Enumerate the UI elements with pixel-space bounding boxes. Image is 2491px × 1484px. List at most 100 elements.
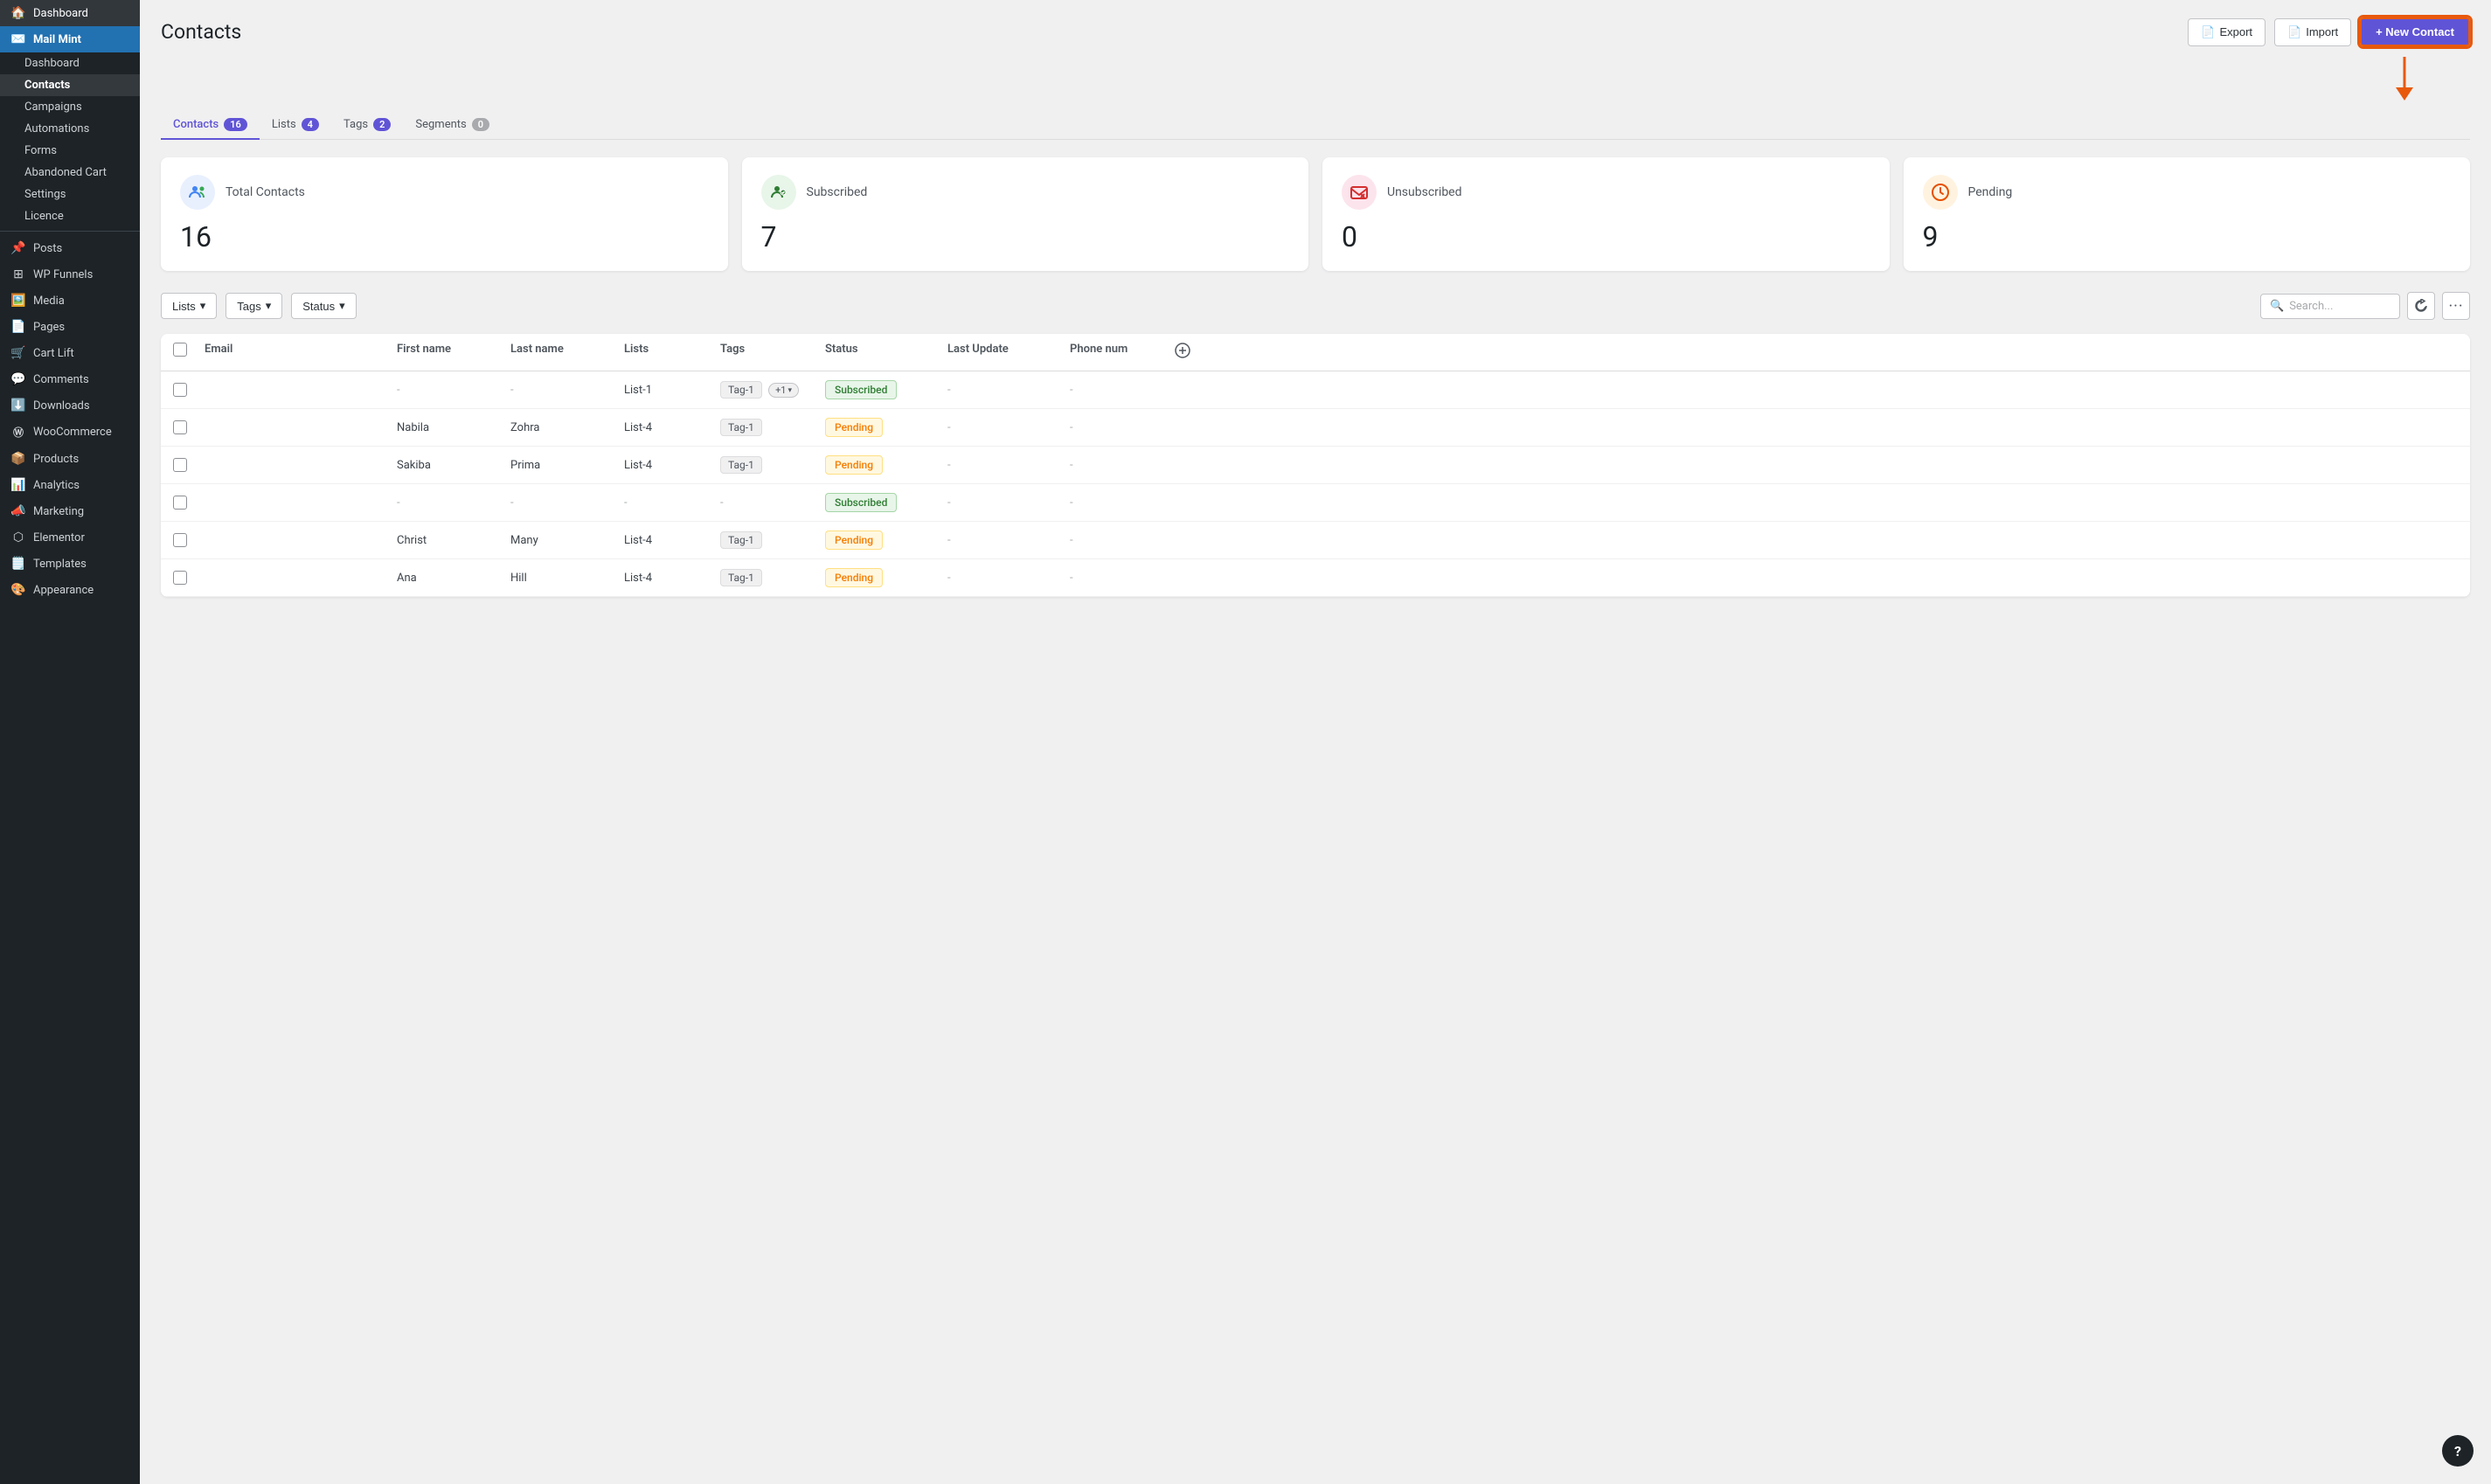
sidebar-item-label: Pages — [33, 321, 65, 334]
sidebar-subitem-label: Automations — [24, 122, 89, 135]
cell-firstname: - — [397, 384, 510, 397]
sidebar-item-marketing[interactable]: 📣 Marketing — [0, 498, 140, 524]
sidebar-subitem-label: Contacts — [24, 79, 70, 92]
th-status: Status — [825, 343, 947, 362]
sidebar-subitem-label: Licence — [24, 210, 64, 223]
refresh-button[interactable] — [2407, 292, 2435, 320]
sidebar-item-label: Comments — [33, 373, 89, 386]
sidebar-item-wp-funnels[interactable]: ⊞ WP Funnels — [0, 261, 140, 288]
table-row: Christ Many List-4 Tag-1 Pending - - — [161, 522, 2470, 559]
sidebar-item-label: Marketing — [33, 505, 84, 518]
export-icon: 📄 — [2201, 25, 2215, 39]
sidebar-item-mail-mint[interactable]: ✉️ Mail Mint — [0, 26, 140, 52]
sidebar-subitem-mm-automations[interactable]: Automations — [0, 118, 140, 140]
sidebar-item-dashboard[interactable]: 🏠 Dashboard — [0, 0, 140, 26]
row-checkbox[interactable] — [173, 420, 205, 434]
cell-firstname: Christ — [397, 534, 510, 547]
sidebar-item-media[interactable]: 🖼️ Media — [0, 288, 140, 314]
pages-icon: 📄 — [10, 320, 26, 334]
stat-card-pending: Pending 9 — [1904, 157, 2471, 271]
tab-contacts[interactable]: Contacts 16 — [161, 111, 260, 140]
sidebar-item-downloads[interactable]: ⬇️ Downloads — [0, 392, 140, 419]
cell-phone: - — [1070, 534, 1175, 547]
sidebar-subitem-mm-licence[interactable]: Licence — [0, 205, 140, 227]
sidebar-subitem-mm-contacts[interactable]: Contacts — [0, 74, 140, 96]
th-lists: Lists — [624, 343, 720, 362]
pending-icon — [1923, 175, 1958, 210]
import-button[interactable]: 📄 Import — [2274, 18, 2351, 46]
cell-status: Pending — [825, 568, 947, 587]
tab-lists[interactable]: Lists 4 — [260, 111, 331, 140]
wp-funnels-icon: ⊞ — [10, 267, 26, 281]
filter-lists-button[interactable]: Lists ▾ — [161, 293, 217, 319]
search-placeholder: Search... — [2289, 300, 2333, 313]
sidebar-subitem-mm-campaigns[interactable]: Campaigns — [0, 96, 140, 118]
total-contacts-label: Total Contacts — [226, 185, 305, 199]
sidebar-item-elementor[interactable]: ⬡ Elementor — [0, 524, 140, 551]
total-contacts-icon — [180, 175, 215, 210]
sidebar-item-products[interactable]: 📦 Products — [0, 446, 140, 472]
row-checkbox[interactable] — [173, 383, 205, 397]
sidebar-subitem-label: Campaigns — [24, 101, 82, 114]
help-button[interactable]: ? — [2442, 1435, 2474, 1467]
status-chevron-icon: ▾ — [339, 299, 345, 313]
search-icon: 🔍 — [2270, 300, 2284, 313]
sidebar-item-posts[interactable]: 📌 Posts — [0, 235, 140, 261]
pending-value: 9 — [1923, 220, 2452, 253]
filter-tags-button[interactable]: Tags ▾ — [226, 293, 282, 319]
cell-tags: Tag-1 — [720, 456, 825, 474]
tab-segments[interactable]: Segments 0 — [403, 111, 502, 140]
appearance-icon: 🎨 — [10, 583, 26, 597]
woocommerce-icon: Ⓦ — [10, 425, 26, 440]
page-title: Contacts — [161, 20, 241, 44]
sidebar-item-comments[interactable]: 💬 Comments — [0, 366, 140, 392]
cell-firstname: Nabila — [397, 421, 510, 434]
filter-right: 🔍 Search... ··· — [2260, 292, 2470, 320]
unsubscribed-value: 0 — [1342, 220, 1870, 253]
sidebar-subitem-mm-dashboard[interactable]: Dashboard — [0, 52, 140, 74]
more-options-icon: ··· — [2448, 297, 2463, 316]
mail-mint-submenu: Dashboard Contacts Campaigns Automations… — [0, 52, 140, 227]
row-checkbox[interactable] — [173, 458, 205, 472]
cell-phone: - — [1070, 459, 1175, 472]
th-checkbox[interactable] — [173, 343, 205, 362]
stat-card-total-contacts: Total Contacts 16 — [161, 157, 728, 271]
sidebar-subitem-mm-forms[interactable]: Forms — [0, 140, 140, 162]
sidebar-item-pages[interactable]: 📄 Pages — [0, 314, 140, 340]
sidebar-item-woocommerce[interactable]: Ⓦ WooCommerce — [0, 419, 140, 446]
sidebar-item-label: Elementor — [33, 531, 85, 544]
sidebar-subitem-mm-settings[interactable]: Settings — [0, 184, 140, 205]
table-header: Email First name Last name Lists Tags St… — [161, 334, 2470, 371]
stats-row: Total Contacts 16 Subscribed — [161, 157, 2470, 271]
th-tags: Tags — [720, 343, 825, 362]
cell-last-update: - — [947, 421, 1070, 434]
th-add-col[interactable] — [1175, 343, 1206, 362]
cell-list: List-4 — [624, 572, 720, 585]
cell-tags: Tag-1 — [720, 569, 825, 586]
cell-tags: Tag-1 +1 ▾ — [720, 381, 825, 399]
cell-firstname: Sakiba — [397, 459, 510, 472]
sidebar-item-label: Appearance — [33, 584, 94, 597]
cell-last-update: - — [947, 384, 1070, 397]
sidebar-item-templates[interactable]: 🗒️ Templates — [0, 551, 140, 577]
cell-status: Subscribed — [825, 380, 947, 399]
new-contact-button[interactable]: + New Contact — [2360, 17, 2470, 46]
more-options-button[interactable]: ··· — [2442, 292, 2470, 320]
row-checkbox[interactable] — [173, 496, 205, 510]
cell-last-update: - — [947, 534, 1070, 547]
row-checkbox[interactable] — [173, 533, 205, 547]
cell-tags: - — [720, 496, 825, 510]
sidebar-item-analytics[interactable]: 📊 Analytics — [0, 472, 140, 498]
sidebar-item-cart-lift[interactable]: 🛒 Cart Lift — [0, 340, 140, 366]
comments-icon: 💬 — [10, 372, 26, 386]
sidebar-subitem-mm-abandoned-cart[interactable]: Abandoned Cart — [0, 162, 140, 184]
cell-status: Subscribed — [825, 493, 947, 512]
products-icon: 📦 — [10, 452, 26, 466]
tab-lists-badge: 4 — [302, 118, 319, 131]
sidebar-item-appearance[interactable]: 🎨 Appearance — [0, 577, 140, 603]
cell-lastname: Prima — [510, 459, 624, 472]
filter-status-button[interactable]: Status ▾ — [291, 293, 356, 319]
row-checkbox[interactable] — [173, 571, 205, 585]
export-button[interactable]: 📄 Export — [2188, 18, 2265, 46]
tab-tags[interactable]: Tags 2 — [331, 111, 403, 140]
